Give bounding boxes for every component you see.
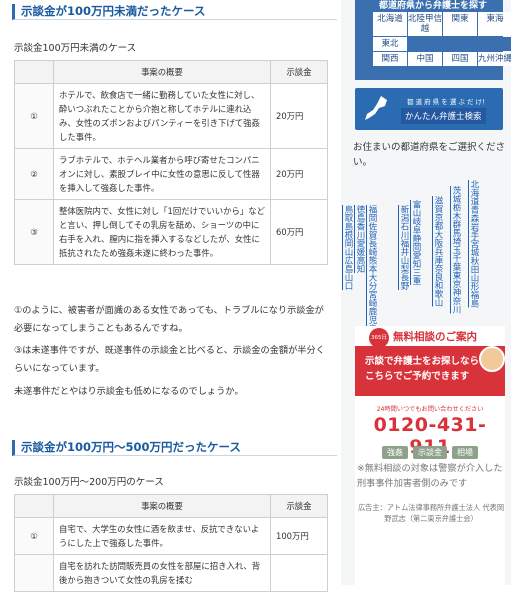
paragraph: 未遂事件だとやはり示談金も低めになるのでしょうか。	[14, 386, 244, 397]
case-summary: 整体医院内で、女性に対し「1回だけでいいから」などと言い、押し倒してその乳房を舐…	[53, 199, 271, 265]
section-heading-under-1m: 示談金が100万円未満だったケース	[12, 4, 337, 20]
prefecture-link-column[interactable]: 茨城栃木群馬埼玉千葉東京神奈川	[451, 186, 461, 314]
case-summary: ホテルで、飲食店で一緒に勤務していた女性に対し、酔いつぶれたことから介抱と称して…	[53, 83, 271, 149]
table-row: ① 自宅で、大学生の女性に酒を飲ませ、反抗できないようにした上で強姦した事件。 …	[14, 517, 328, 555]
prefecture-link-column[interactable]: 鳥取島根岡山広島山口	[343, 205, 353, 290]
case-number	[14, 554, 54, 592]
search-banner-subtitle: 都 道 府 県 を 選 ぶ だ け！	[407, 98, 489, 106]
region-link[interactable]: 東海	[478, 12, 511, 36]
case-amount: 20万円	[270, 83, 328, 149]
hours-note: 24時間いつでもお問い合わせください	[376, 406, 484, 413]
topic-tags: 強姦 示談金 相場	[365, 446, 495, 459]
region-link[interactable]: 四国	[443, 52, 477, 66]
table-caption-1: 示談金100万円未満のケース	[14, 43, 137, 54]
prefecture-link-column[interactable]: 北海道青森岩手宮城秋田山形福島	[469, 180, 479, 308]
col-header-amount: 示談金	[270, 494, 328, 518]
japan-map-icon	[365, 96, 387, 120]
select-prefecture-prompt: お住まいの都道府県をご選択ください。	[353, 142, 506, 168]
prefecture-box-title: 都道府県から弁護士を探す	[379, 1, 488, 11]
col-header-summary: 事案の概要	[53, 494, 271, 518]
table-caption-2: 示談金100万円～200万円のケース	[14, 477, 164, 488]
topic-tag: 示談金	[413, 446, 447, 459]
case-amount: 60万円	[270, 199, 328, 265]
free-consultation-panel: 365日 無料相談のご案内 示談で弁護士をお探しならこちらでご予約できます 24…	[355, 326, 505, 585]
case-number: ③	[14, 199, 54, 265]
region-link[interactable]: 中国	[408, 52, 442, 66]
case-amount: 20万円	[270, 148, 328, 200]
operator-avatar	[479, 346, 505, 372]
prefecture-search-box: 都道府県から弁護士を探す 北海道 北陸甲信越 関東 東海 東北 関西 中国 四国…	[355, 0, 511, 80]
easy-lawyer-search-banner[interactable]: 都 道 府 県 を 選 ぶ だ け！ かんたん弁護士検索	[355, 88, 503, 130]
advertiser-note: 広告主：アトム法律事務所弁護士法人 代表岡野武志（第二東京弁護士会）	[357, 503, 505, 523]
reservation-text: 示談で弁護士をお探しならこちらでご予約できます	[365, 356, 480, 382]
col-header-summary: 事案の概要	[53, 60, 271, 84]
table-row: ① ホテルで、飲食店で一緒に勤務していた女性に対し、酔いつぶれたことから介抱と称…	[14, 83, 328, 149]
section-heading-1m-5m: 示談金が100万円～500万円だったケース	[12, 440, 337, 456]
case-number: ①	[14, 517, 54, 555]
paragraph: ①のように、被害者が面識のある女性であっても、トラブルになり示談金が必要になって…	[14, 305, 324, 334]
case-number: ①	[14, 83, 54, 149]
col-header-amount: 示談金	[270, 60, 328, 84]
topic-tag: 強姦	[382, 446, 408, 459]
cases-table-2: 事案の概要 示談金 ① 自宅で、大学生の女性に酒を飲ませ、反抗できないようにした…	[14, 494, 328, 592]
table-row: ② ラブホテルで、ホテヘル業者から呼び寄せたコンパニオンに対し、素股プレイ中に女…	[14, 148, 328, 200]
region-link[interactable]: 関東	[443, 12, 477, 36]
prefecture-link-column[interactable]: 新潟石川福井山梨長野	[399, 205, 409, 290]
consultation-title: 無料相談のご案内	[393, 331, 477, 343]
table-row: ③ 整体医院内で、女性に対し「1回だけでいいから」などと言い、押し倒してその乳房…	[14, 199, 328, 265]
case-amount: 100万円	[270, 517, 328, 555]
prefecture-link-column[interactable]: 富山岐阜静岡愛知三重	[411, 200, 421, 285]
table-header-row: 事案の概要 示談金	[14, 60, 328, 84]
region-link[interactable]: 九州沖縄	[478, 52, 511, 66]
prefecture-link-column[interactable]: 徳島香川愛媛高知	[355, 205, 365, 273]
region-grid: 北海道 北陸甲信越 関東 東海 東北 関西 中国 四国 九州沖縄	[373, 12, 511, 66]
365-days-badge: 365日	[369, 328, 389, 348]
eligibility-note: ※無料相談の対象は警察が介入した刑事事件加害者側のみです	[357, 463, 503, 489]
region-link[interactable]: 北海道	[373, 12, 407, 36]
paragraph: ③は未遂事件ですが、既遂事件の示談金と比べると、示談金の金額が半分くらいになって…	[14, 345, 325, 374]
case-number: ②	[14, 148, 54, 200]
region-link[interactable]: 関西	[373, 52, 407, 66]
case-summary: ラブホテルで、ホテヘル業者から呼び寄せたコンパニオンに対し、素股プレイ中に女性の…	[53, 148, 271, 200]
table-row: 自宅を訪れた訪問販売員の女性を部屋に招き入れ、背後から抱きついて女性の乳房を揉む	[14, 554, 328, 592]
prefecture-link-column[interactable]: 滋賀京都大阪兵庫奈良和歌山	[433, 196, 443, 307]
case-amount	[270, 554, 328, 592]
search-banner-title: かんたん弁護士検索	[401, 108, 486, 124]
main-content: 示談金が100万円未満だったケース 示談金100万円未満のケース 事案の概要 示…	[0, 0, 340, 592]
case-summary: 自宅を訪れた訪問販売員の女性を部屋に招き入れ、背後から抱きついて女性の乳房を揉む	[53, 554, 271, 592]
case-summary: 自宅で、大学生の女性に酒を飲ませ、反抗できないようにした上で強姦した事件。	[53, 517, 271, 555]
region-link[interactable]: 東北	[373, 37, 407, 51]
topic-tag: 相場	[452, 446, 478, 459]
region-link[interactable]: 北陸甲信越	[408, 12, 442, 36]
table-header-row: 事案の概要 示談金	[14, 494, 328, 518]
cases-table-1: 事案の概要 示談金 ① ホテルで、飲食店で一緒に勤務していた女性に対し、酔いつぶ…	[14, 60, 328, 265]
sidebar: 都道府県から弁護士を探す 北海道 北陸甲信越 関東 東海 東北 関西 中国 四国…	[341, 0, 511, 585]
